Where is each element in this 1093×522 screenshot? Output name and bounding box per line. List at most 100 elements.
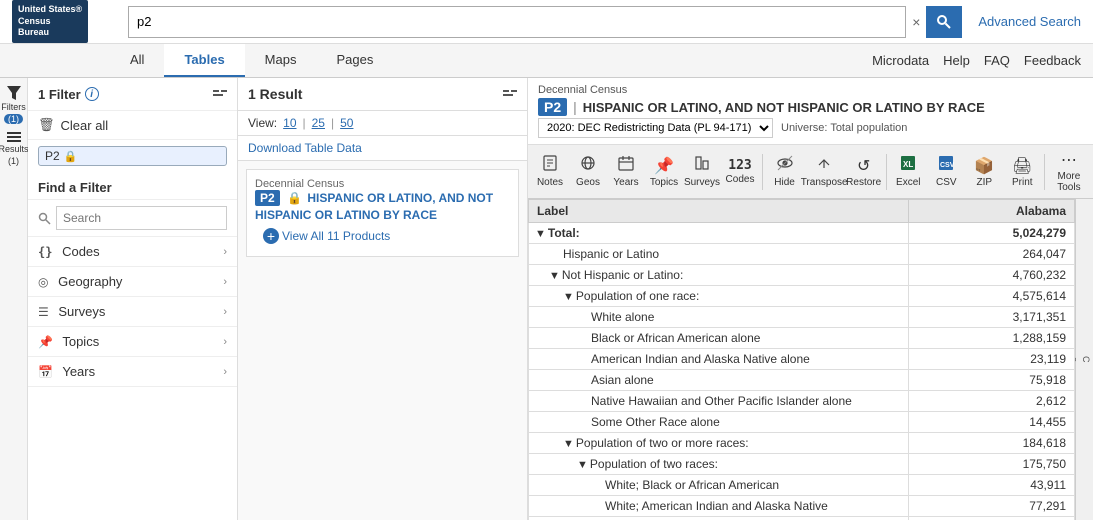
toolbar-transpose-button[interactable]: Transpose	[805, 152, 844, 191]
filter-title: 1 Filter i	[38, 87, 99, 102]
tab-pages[interactable]: Pages	[316, 44, 393, 77]
results-panel-collapse-button[interactable]	[503, 86, 517, 102]
notes-label: Notes	[537, 177, 563, 188]
table-value-cell: 5,024,279	[909, 223, 1075, 244]
search-input-top[interactable]	[128, 6, 906, 38]
topics-toolbar-label: Topics	[650, 177, 678, 188]
left-panel-collapse-button[interactable]	[213, 86, 227, 102]
advanced-search-link[interactable]: Advanced Search	[978, 14, 1081, 29]
transpose-icon	[816, 155, 832, 176]
toolbar-topics-button[interactable]: 📌 Topics	[646, 153, 682, 191]
collapse-row-button[interactable]: ▼	[549, 270, 560, 282]
filter-section-surveys[interactable]: ☰ Surveys ›	[28, 297, 237, 327]
search-submit-button[interactable]	[926, 6, 962, 38]
zip-label: ZIP	[976, 177, 992, 188]
table-row-label: White; American Indian and Alaska Native	[605, 499, 828, 513]
toolbar-surveys-button[interactable]: Surveys	[684, 152, 720, 191]
collapse-row-button[interactable]: ▼	[563, 291, 574, 303]
result-card-source: Decennial Census	[255, 178, 510, 190]
table-label-cell: Black or African American alone	[529, 328, 909, 349]
hide-label: Hide	[774, 177, 795, 188]
left-panel: 1 Filter i 🗑 Clear all P2 🔒 Find a Filte…	[28, 78, 238, 520]
geos-label: Geos	[576, 177, 600, 188]
toolbar-codes-button[interactable]: 123 Codes	[722, 155, 758, 188]
topics-icon: 📌	[38, 335, 53, 349]
search-clear-button[interactable]: ×	[906, 14, 926, 30]
table-label-cell: ▼Population of one race:	[529, 286, 909, 307]
view-50[interactable]: 50	[340, 116, 353, 130]
toolbar-separator-2	[886, 154, 887, 190]
surveys-toolbar-label: Surveys	[684, 177, 720, 188]
logo-area: United States® Census Bureau	[12, 0, 112, 43]
filter-section-years[interactable]: 📅 Years ›	[28, 357, 237, 387]
find-filter-section: Find a Filter	[28, 172, 237, 200]
tab-all[interactable]: All	[110, 44, 164, 77]
filters-side-button[interactable]: Filters (1)	[1, 86, 26, 124]
result-table-id-badge: P2	[255, 190, 280, 206]
nav-help-link[interactable]: Help	[943, 53, 970, 68]
data-table: Label Alabama ▼Total:5,024,279Hispanic o…	[528, 199, 1075, 520]
table-row-label: Population of two races:	[590, 457, 718, 471]
data-table-wrapper[interactable]: Label Alabama ▼Total:5,024,279Hispanic o…	[528, 199, 1075, 520]
filter-section-codes[interactable]: {} Codes ›	[28, 237, 237, 267]
years-toolbar-icon	[618, 155, 634, 176]
nav-feedback-link[interactable]: Feedback	[1024, 53, 1081, 68]
print-icon: 🖨	[1012, 156, 1032, 176]
results-side-button[interactable]: Results (1)	[0, 132, 29, 166]
toolbar-restore-button[interactable]: ↺ Restore	[846, 153, 882, 191]
view-all-products-link[interactable]: + View All 11 Products	[255, 224, 510, 248]
toolbar-csv-button[interactable]: CSV CSV	[928, 152, 964, 191]
table-value-cell: 175,750	[909, 454, 1075, 475]
surveys-toolbar-icon	[694, 155, 710, 176]
tab-maps[interactable]: Maps	[245, 44, 317, 77]
data-meta-row: 2020: DEC Redistricting Data (PL 94-171)…	[538, 118, 1083, 138]
toolbar-notes-button[interactable]: Notes	[532, 152, 568, 191]
filter-info-icon[interactable]: i	[85, 87, 99, 101]
year-dropdown[interactable]: 2020: DEC Redistricting Data (PL 94-171)	[538, 118, 773, 138]
table-value-cell: 264,047	[909, 244, 1075, 265]
table-value-cell: 17,974	[909, 517, 1075, 521]
toolbar-zip-button[interactable]: 📦 ZIP	[966, 153, 1002, 191]
tab-tables[interactable]: Tables	[164, 44, 244, 77]
col-header-alabama: Alabama	[909, 200, 1075, 223]
codes-toolbar-icon: 123	[728, 158, 751, 173]
table-label-cell: White; Black or African American	[529, 475, 909, 496]
search-filter-input[interactable]	[56, 206, 227, 230]
table-label-cell: ▼Not Hispanic or Latino:	[529, 265, 909, 286]
trash-icon: 🗑	[38, 117, 55, 133]
result-lock-icon: 🔒	[287, 191, 302, 205]
zip-icon: 📦	[974, 156, 994, 176]
toolbar-print-button[interactable]: 🖨 Print	[1004, 153, 1040, 191]
codes-icon: {}	[38, 245, 52, 259]
universe-label: Universe: Total population	[781, 122, 907, 134]
print-label: Print	[1012, 177, 1033, 188]
notes-icon	[542, 155, 558, 176]
table-label-cell: White; American Indian and Alaska Native	[529, 496, 909, 517]
table-label-cell: White; Asian	[529, 517, 909, 521]
toolbar-more-tools-button[interactable]: ⋯ More Tools	[1049, 147, 1089, 196]
clear-all-row[interactable]: 🗑 Clear all	[28, 111, 237, 140]
view-25[interactable]: 25	[312, 116, 325, 130]
result-card[interactable]: Decennial Census P2 🔒 HISPANIC OR LATINO…	[246, 169, 519, 257]
results-panel: 1 Result View: 10 | 25 | 50 Download Tab…	[238, 78, 528, 520]
view-all-plus-icon: +	[263, 228, 279, 244]
toolbar-excel-button[interactable]: XL Excel	[890, 152, 926, 191]
collapse-row-button[interactable]: ▼	[535, 228, 546, 240]
geos-icon	[580, 155, 596, 176]
nav-microdata-link[interactable]: Microdata	[872, 53, 929, 68]
toolbar-hide-button[interactable]: Hide	[767, 152, 803, 191]
geography-icon: ◎	[38, 275, 48, 289]
table-label-cell: Some Other Race alone	[529, 412, 909, 433]
table-row-label: Population of one race:	[576, 289, 699, 303]
toolbar-geos-button[interactable]: Geos	[570, 152, 606, 191]
table-row-label: Black or African American alone	[591, 331, 760, 345]
collapse-row-button[interactable]: ▼	[577, 459, 588, 471]
filters-side: Filters (1) Results (1)	[0, 78, 28, 520]
view-10[interactable]: 10	[283, 116, 296, 130]
filter-section-geography[interactable]: ◎ Geography ›	[28, 267, 237, 297]
download-table-data-link[interactable]: Download Table Data	[238, 136, 527, 161]
collapse-row-button[interactable]: ▼	[563, 438, 574, 450]
filter-section-topics[interactable]: 📌 Topics ›	[28, 327, 237, 357]
toolbar-years-button[interactable]: Years	[608, 152, 644, 191]
nav-faq-link[interactable]: FAQ	[984, 53, 1010, 68]
